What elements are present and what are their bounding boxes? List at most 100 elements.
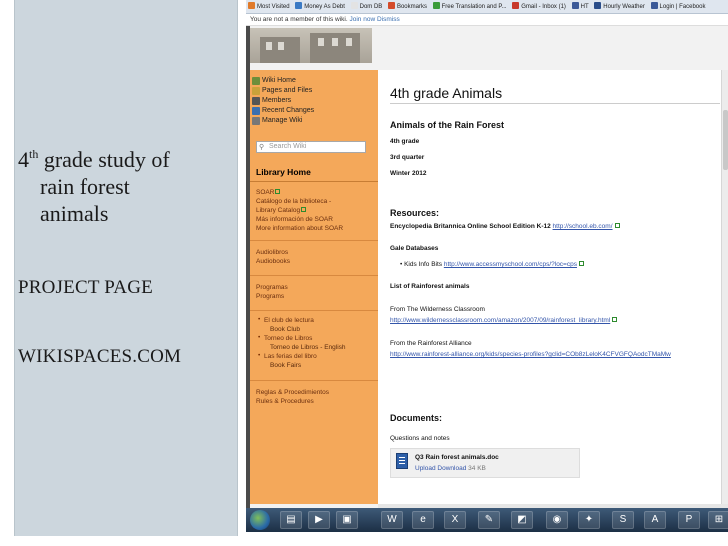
document-actions: Upload Download 34 KB [415, 465, 486, 472]
divider [250, 310, 378, 311]
alliance-link[interactable]: http://www.rainforest-alliance.org/kids/… [390, 351, 671, 358]
nav-link-catalogo[interactable]: Catálogo de la biblioteca - [256, 197, 331, 206]
gmail-icon [512, 2, 520, 9]
nav-link-book-club[interactable]: Book Club [270, 325, 300, 334]
nav-pages-and-files[interactable]: Pages and Files [252, 86, 312, 96]
manage-icon [252, 117, 260, 125]
powerpoint-icon[interactable]: P [678, 511, 700, 529]
nav-link-programs[interactable]: Programs [256, 292, 284, 301]
eb-resource: Encyclopedia Britannica Online School Ed… [390, 222, 620, 231]
wiki-header-image [250, 28, 372, 63]
nav-link-torneo-english[interactable]: Torneo de Libros - English [270, 343, 346, 352]
project-page-label: PROJECT PAGE [18, 277, 153, 298]
bookmark-item[interactable]: Hourly Weather [592, 0, 647, 14]
nav-wiki-home[interactable]: Wiki Home [252, 76, 296, 86]
screen-margin [246, 532, 728, 546]
paint-icon[interactable]: ✎ [478, 511, 500, 529]
scrollbar-thumb[interactable] [723, 110, 728, 170]
external-link-icon [301, 207, 307, 212]
nav-link-torneo[interactable]: Torneo de Libros [264, 334, 312, 343]
alliance-entry: http://www.rainforest-alliance.org/kids/… [390, 350, 671, 359]
title-superscript: th [29, 147, 39, 161]
firefox-icon[interactable]: ◉ [546, 511, 568, 529]
nav-link-more-info[interactable]: More information about SOAR [256, 224, 343, 233]
nav-manage-wiki[interactable]: Manage Wiki [252, 116, 302, 126]
network-icon[interactable]: ✦ [578, 511, 600, 529]
internet-explorer-icon[interactable]: e [412, 511, 434, 529]
windows-icon[interactable]: ⊞ [708, 511, 728, 529]
wiki-page: 4th grade Animals Animals of the Rain Fo… [378, 70, 728, 504]
title-number: 4 [18, 147, 29, 172]
start-button[interactable] [250, 510, 270, 530]
home-icon [252, 77, 260, 85]
nav-link-audiobooks[interactable]: Audiobooks [256, 257, 290, 266]
external-link-icon [614, 223, 620, 228]
gale-label: Gale Databases [390, 245, 439, 252]
quarter-text: 3rd quarter [390, 154, 425, 161]
membership-notice: You are not a member of this wiki. Join … [246, 14, 728, 26]
nav-link-programas[interactable]: Programas [256, 283, 288, 292]
excel-icon[interactable]: X [444, 511, 466, 529]
browser-window: Most Visited Money As Debt Dom DB Bookma… [246, 0, 728, 546]
bookmark-icon [571, 2, 579, 9]
document-name[interactable]: Q3 Rain forest animals.doc [415, 454, 499, 461]
bullet-icon: • [258, 316, 261, 323]
nav-recent-changes[interactable]: Recent Changes [252, 106, 314, 116]
kids-info-link[interactable]: http://www.accessmyschool.com/cps/?loc=c… [444, 261, 577, 268]
facebook-icon [650, 2, 658, 9]
join-now-link[interactable]: Join now [349, 16, 375, 23]
questions-label: Questions and notes [390, 435, 450, 442]
media-player-icon[interactable]: ▶ [308, 511, 330, 529]
nav-link-reglas[interactable]: Reglas & Procedimientos [256, 388, 329, 397]
nav-members[interactable]: Members [252, 96, 291, 106]
vertical-scrollbar[interactable] [721, 70, 728, 504]
bookmark-item[interactable]: Money As Debt [293, 0, 347, 14]
wiki-search-input[interactable]: ⚲ Search Wiki [256, 141, 366, 153]
explorer-icon[interactable]: ▤ [280, 511, 302, 529]
bookmarks-bar: Most Visited Money As Debt Dom DB Bookma… [246, 0, 728, 14]
document-attachment: Q3 Rain forest animals.doc Upload Downlo… [390, 448, 580, 478]
wilderness-label: From The Wilderness Classroom [390, 306, 485, 313]
images-icon[interactable]: ◩ [511, 511, 533, 529]
external-link-icon [275, 189, 281, 194]
wiki-sidebar: Wiki Home Pages and Files Members Recent… [250, 70, 378, 504]
bullet-icon: • [258, 334, 261, 341]
bookmark-icon [350, 2, 358, 9]
nav-link-mas-info[interactable]: Más información de SOAR [256, 215, 333, 224]
skype-icon[interactable]: S [612, 511, 634, 529]
slide-title: 4th grade study of rain forest animals [18, 141, 238, 227]
divider [250, 181, 378, 182]
search-icon: ⚲ [259, 144, 265, 151]
upload-link[interactable]: Upload [415, 465, 436, 472]
bookmark-icon [248, 2, 255, 9]
wilderness-entry: http://www.wildernessclassroom.com/amazo… [390, 316, 618, 325]
recent-changes-icon [252, 107, 260, 115]
bookmark-item[interactable]: Free Translation and P... [431, 0, 509, 14]
dismiss-link[interactable]: Dismiss [377, 16, 400, 23]
taskbar: ▤ ▶ ▣ W e X ✎ ◩ ◉ ✦ S A P ⊞ [246, 508, 728, 532]
bookmark-item[interactable]: Dom DB [349, 0, 385, 14]
nav-link-library-catalog[interactable]: Library Catalog [256, 206, 307, 215]
acrobat-icon[interactable]: A [644, 511, 666, 529]
notice-text: You are not a member of this wiki. [250, 16, 348, 23]
eb-link[interactable]: http://school.eb.com/ [553, 223, 613, 230]
title-rest: grade study of [38, 147, 170, 172]
kids-info-bits-item: • Kids Info Bits http://www.accessmyscho… [400, 260, 584, 269]
wilderness-link[interactable]: http://www.wildernessclassroom.com/amazo… [390, 317, 610, 324]
nav-link-soar[interactable]: SOAR [256, 188, 281, 197]
bookmark-item[interactable]: HT [570, 0, 591, 14]
nav-link-audiolibros[interactable]: Audiolibros [256, 248, 288, 257]
term-text: Winter 2012 [390, 170, 427, 177]
nav-link-ferias[interactable]: Las ferias del libro [264, 352, 317, 361]
nav-link-rules[interactable]: Rules & Procedures [256, 397, 314, 406]
bookmark-item[interactable]: Bookmarks [386, 0, 429, 14]
download-link[interactable]: Download [437, 465, 466, 472]
nav-link-club-lectura[interactable]: El club de lectura [264, 316, 314, 325]
folder-icon[interactable]: ▣ [336, 511, 358, 529]
word-icon[interactable]: W [381, 511, 403, 529]
bookmark-item[interactable]: Login | Facebook [649, 0, 708, 14]
bookmark-item[interactable]: Gmail - Inbox (1) [510, 0, 568, 14]
bookmark-item[interactable]: Most Visited [246, 0, 292, 14]
divider [250, 275, 378, 276]
nav-link-book-fairs[interactable]: Book Fairs [270, 361, 301, 370]
